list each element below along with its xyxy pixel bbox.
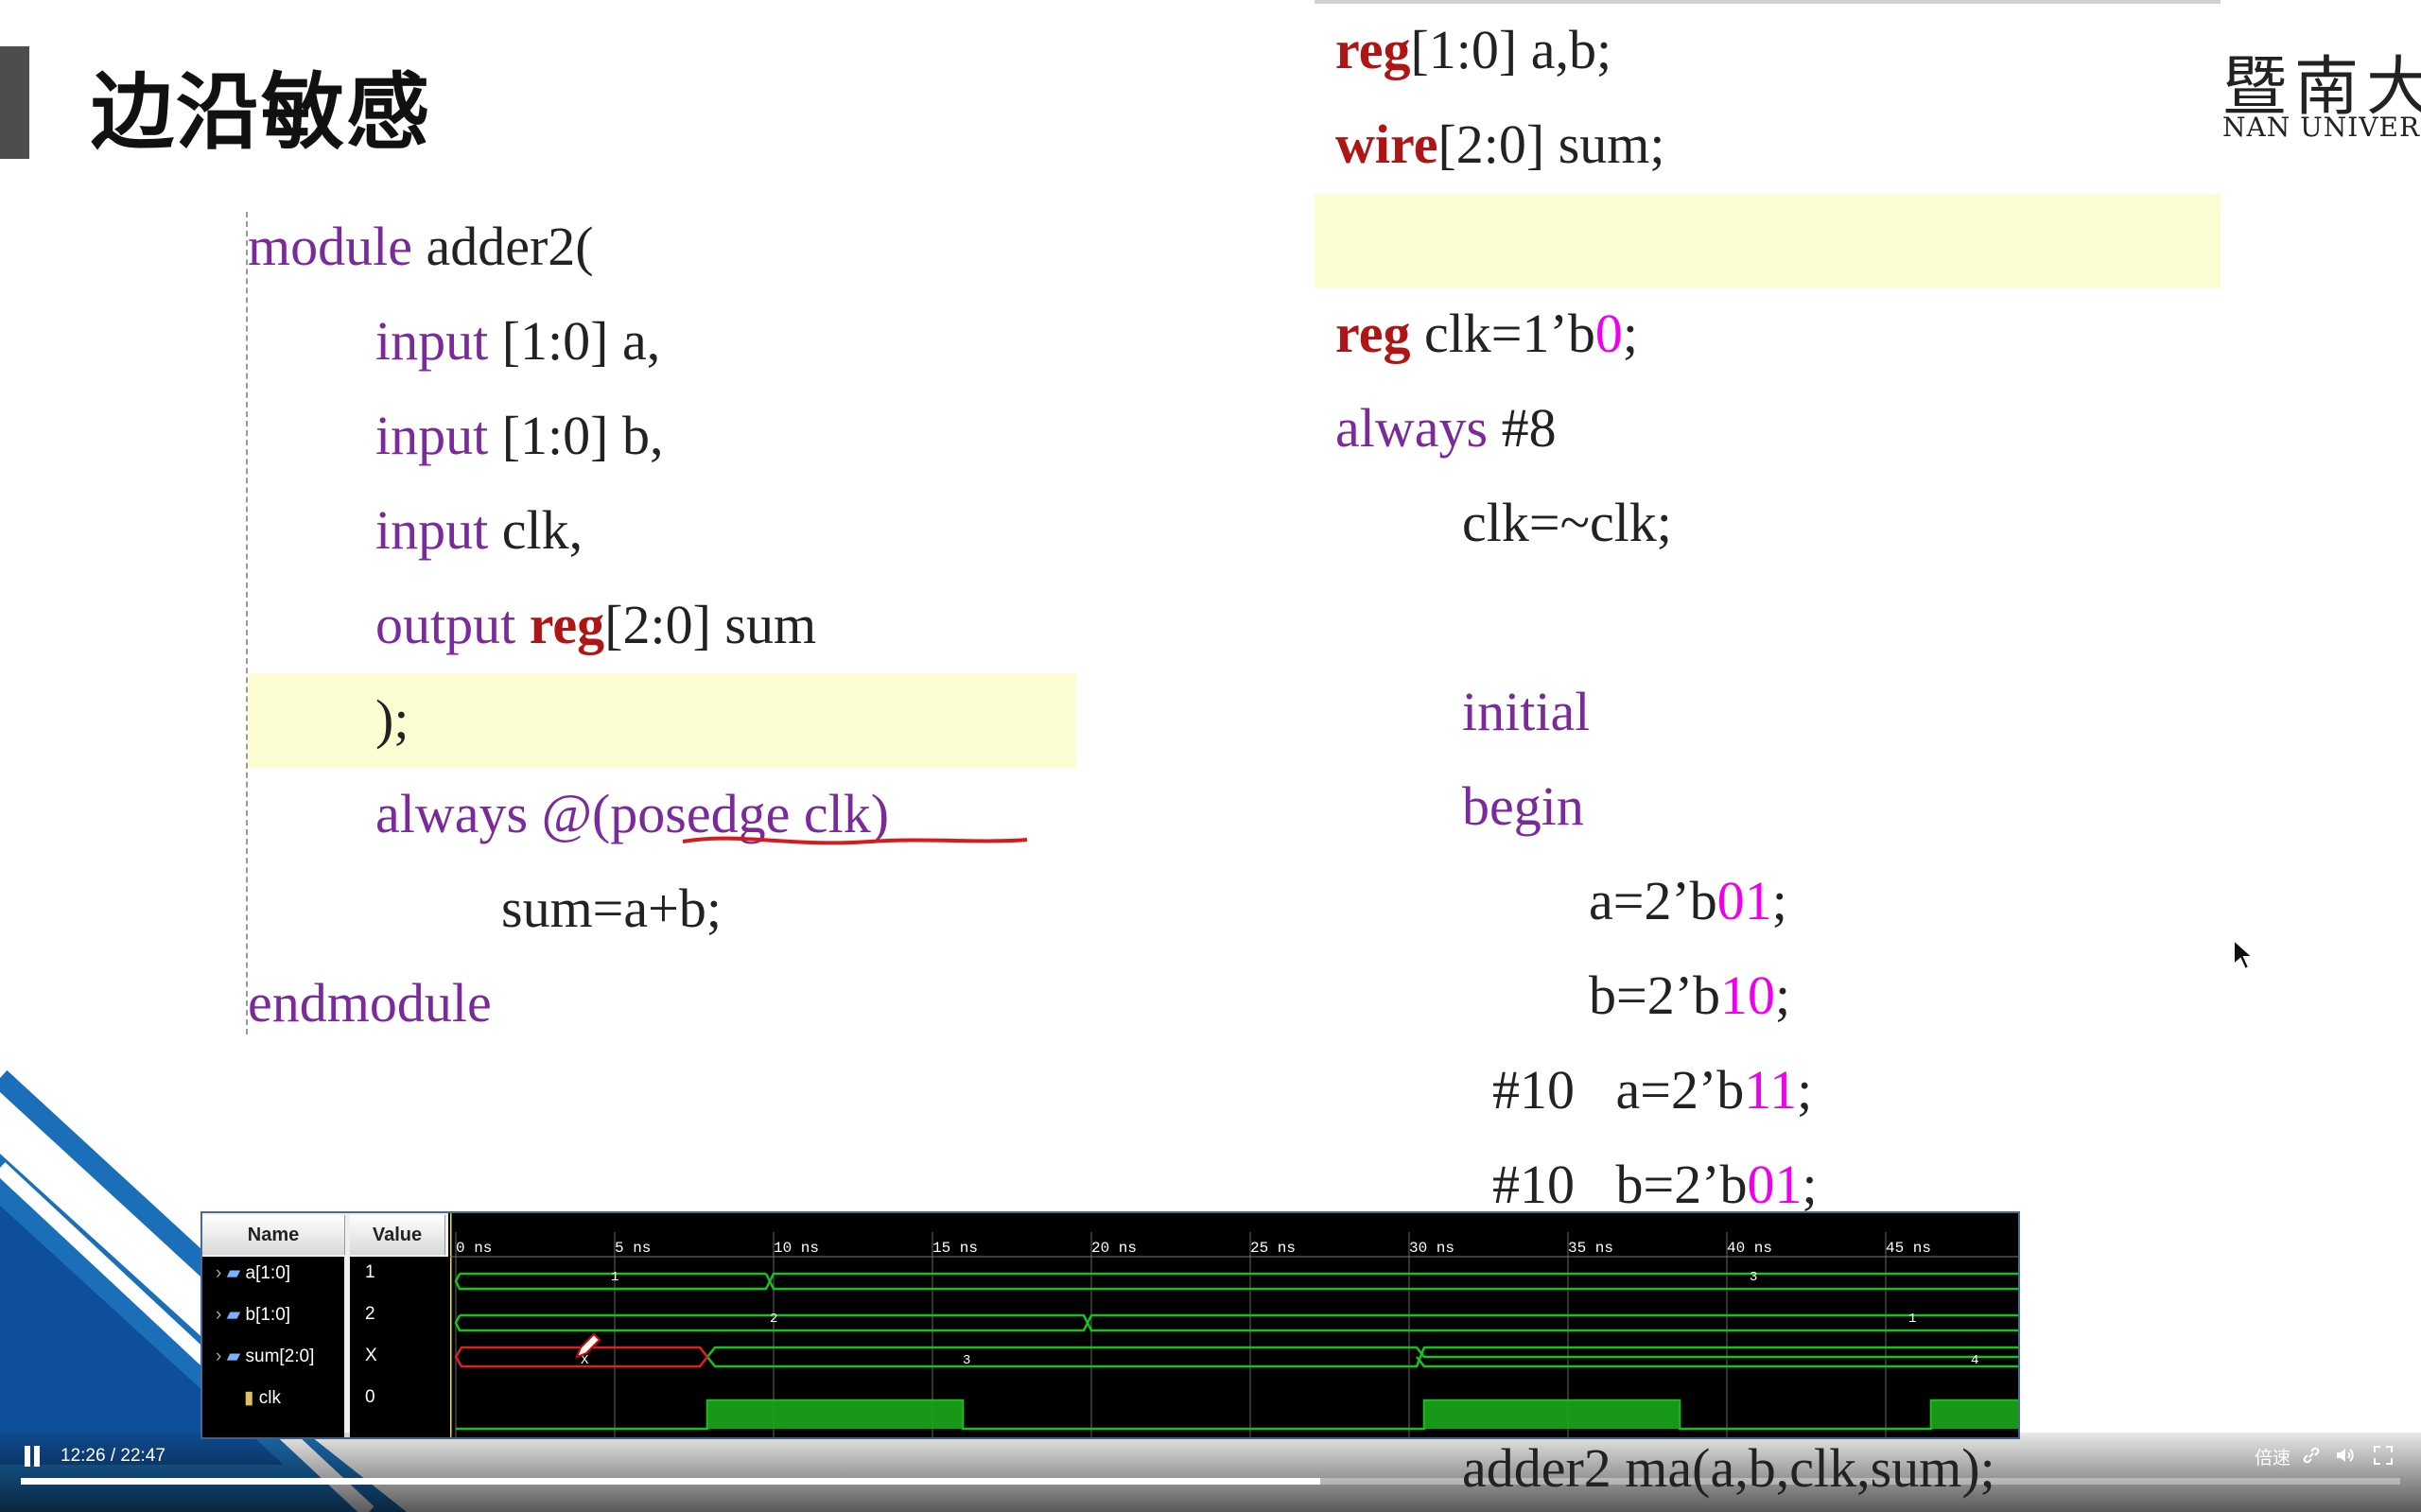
tb-line-5: clk=~clk; bbox=[1462, 492, 1672, 553]
bus-label-sum: 4 bbox=[1971, 1353, 1979, 1368]
signal-value-sum: X bbox=[365, 1346, 377, 1365]
tb-line-6: initial bbox=[1462, 681, 1591, 742]
line-highlight bbox=[248, 673, 1076, 768]
progress-fill bbox=[21, 1478, 1320, 1485]
tb-line-2: wire[2:0] sum; bbox=[1335, 113, 1665, 175]
module-line-3: input [1:0] b, bbox=[375, 405, 664, 466]
fullscreen-icon[interactable] bbox=[2372, 1444, 2395, 1467]
slide-title: 边沿敏感 bbox=[91, 63, 432, 161]
module-line-2: input [1:0] a, bbox=[375, 310, 661, 372]
bus-label-b: 1 bbox=[1908, 1312, 1917, 1327]
module-line-4: input clk, bbox=[375, 499, 583, 561]
signal-panel: Name Value › ▰ a[1:0] 1 › ▰ b[1:0] 2 › ▰… bbox=[202, 1213, 448, 1437]
tb-line-3: reg clk=1’b0; bbox=[1335, 303, 1638, 364]
module-line-5: output reg[2:0] sum bbox=[375, 594, 817, 655]
tick-label: 15 ns bbox=[932, 1240, 979, 1257]
bus-label-a: 3 bbox=[1750, 1270, 1758, 1285]
tick-label: 45 ns bbox=[1886, 1240, 1932, 1257]
tick-label: 25 ns bbox=[1250, 1240, 1297, 1257]
waveform-viewer[interactable]: Name Value › ▰ a[1:0] 1 › ▰ b[1:0] 2 › ▰… bbox=[200, 1211, 2020, 1439]
tick-label: 20 ns bbox=[1091, 1240, 1138, 1257]
tick-label: 10 ns bbox=[774, 1240, 820, 1257]
logo-english: NAN UNIVERSITY bbox=[2222, 112, 2421, 143]
tb-line-7: begin bbox=[1462, 775, 1584, 837]
tick-label: 30 ns bbox=[1409, 1240, 1455, 1257]
pause-icon bbox=[25, 1446, 30, 1467]
playback-time: 12:26 / 22:47 bbox=[61, 1446, 165, 1466]
link-icon[interactable] bbox=[2300, 1444, 2323, 1467]
tb-line-12: adder2 ma(a,b,clk,sum); bbox=[1462, 1437, 1995, 1499]
mouse-cursor-icon bbox=[2233, 938, 2255, 971]
tb-line-10: #10 a=2’b11; bbox=[1492, 1059, 1813, 1121]
signal-row-sum[interactable]: › ▰ sum[2:0] bbox=[216, 1346, 314, 1367]
signal-value-a: 1 bbox=[365, 1262, 375, 1282]
volume-icon[interactable] bbox=[2334, 1444, 2357, 1467]
university-logo: 暨南大学 NAN UNIVERSITY bbox=[2222, 34, 2421, 148]
module-line-8: sum=a+b; bbox=[501, 878, 722, 939]
tb-line-9: b=2’b10; bbox=[1589, 965, 1791, 1026]
bus-label-b: 2 bbox=[770, 1312, 778, 1327]
tick-label: 0 ns bbox=[456, 1240, 493, 1257]
tick-label: 40 ns bbox=[1727, 1240, 1773, 1257]
speed-button[interactable]: 倍速 bbox=[2255, 1444, 2290, 1469]
video-player-controls: 12:26 / 22:47 倍速 bbox=[0, 1433, 2421, 1512]
tb-line-11: #10 b=2’b01; bbox=[1492, 1154, 1818, 1215]
module-line-1: module adder2( bbox=[248, 216, 594, 277]
signal-value-clk: 0 bbox=[365, 1387, 375, 1407]
signal-value-b: 2 bbox=[365, 1304, 375, 1324]
tb-line-highlight bbox=[1315, 194, 2221, 288]
pause-button[interactable] bbox=[23, 1446, 42, 1467]
tick-label: 5 ns bbox=[615, 1240, 652, 1257]
signal-row-a[interactable]: › ▰ a[1:0] bbox=[216, 1262, 290, 1284]
code-guide-line bbox=[246, 212, 248, 1034]
signal-row-b[interactable]: › ▰ b[1:0] bbox=[216, 1304, 290, 1326]
tb-line-1: reg[1:0] a,b; bbox=[1335, 19, 1612, 80]
tb-line-4: always #8 bbox=[1335, 397, 1557, 459]
waveform-plot[interactable] bbox=[450, 1213, 2018, 1437]
title-accent-bar bbox=[0, 46, 29, 159]
module-line-6: ); bbox=[375, 688, 409, 750]
module-line-9: endmodule bbox=[248, 972, 492, 1034]
red-underline-annotation bbox=[682, 836, 1028, 845]
panel-top-border bbox=[1315, 0, 2221, 4]
tick-label: 35 ns bbox=[1568, 1240, 1614, 1257]
tb-line-8: a=2’b01; bbox=[1589, 870, 1787, 931]
column-header-name[interactable]: Name bbox=[202, 1215, 345, 1255]
progress-bar[interactable] bbox=[21, 1478, 2400, 1485]
pen-cursor-icon bbox=[575, 1332, 601, 1359]
bus-label-a: 1 bbox=[611, 1270, 619, 1285]
signal-row-clk[interactable]: ▮ clk bbox=[244, 1387, 281, 1409]
column-header-value[interactable]: Value bbox=[350, 1215, 445, 1255]
bus-label-sum: 3 bbox=[963, 1353, 971, 1368]
